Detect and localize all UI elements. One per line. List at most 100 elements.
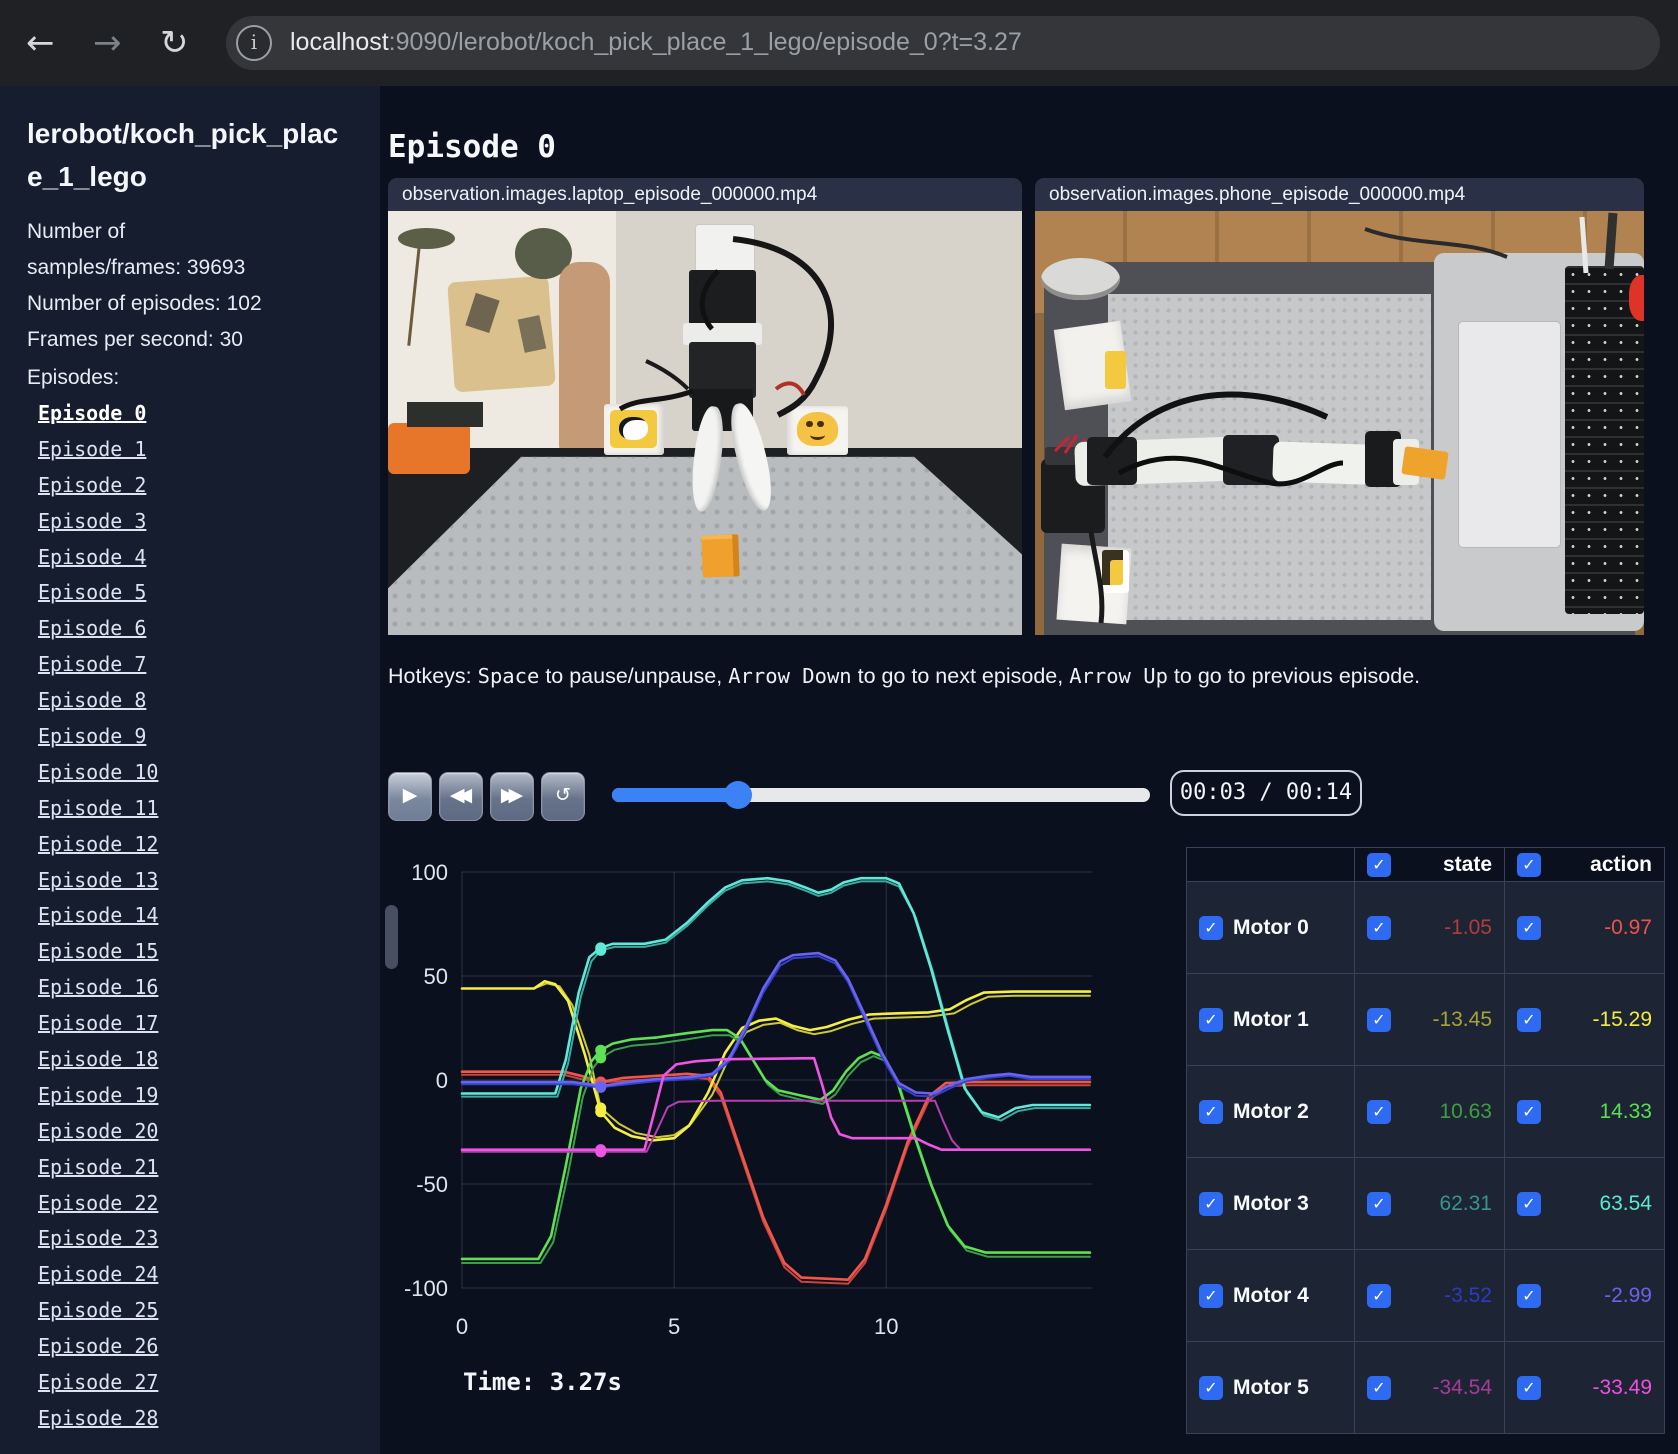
rewind-icon: ◀◀ bbox=[449, 784, 472, 806]
motor-action-value: 14.33 bbox=[1599, 1099, 1652, 1123]
sidebar-episode-link[interactable]: Episode 18 bbox=[38, 1042, 368, 1078]
sidebar-episode-link[interactable]: Episode 7 bbox=[38, 647, 368, 683]
motor-state-checkbox[interactable]: ✓ bbox=[1367, 1191, 1391, 1216]
motor-row-checkbox[interactable]: ✓ bbox=[1199, 1099, 1223, 1124]
sidebar-episode-link[interactable]: Episode 23 bbox=[38, 1221, 368, 1257]
sidebar-episode-link[interactable]: Episode 27 bbox=[38, 1365, 368, 1401]
sidebar-episode-link[interactable]: Episode 6 bbox=[38, 611, 368, 647]
x-tick-label: 0 bbox=[456, 1314, 468, 1339]
sidebar-episode-link[interactable]: Episode 8 bbox=[38, 683, 368, 719]
action-column-checkbox[interactable]: ✓ bbox=[1517, 852, 1541, 877]
sidebar-episode-link[interactable]: Episode 14 bbox=[38, 898, 368, 934]
motor-row-checkbox[interactable]: ✓ bbox=[1199, 1375, 1223, 1400]
seek-slider-fill bbox=[612, 788, 738, 802]
sidebar-episode-link[interactable]: Episode 1 bbox=[38, 432, 368, 468]
motor-action-checkbox[interactable]: ✓ bbox=[1517, 1191, 1541, 1216]
fast-forward-button[interactable]: ▶▶ bbox=[490, 772, 534, 821]
seek-slider-thumb[interactable] bbox=[723, 781, 752, 809]
sidebar-episode-link[interactable]: Episode 28 bbox=[38, 1401, 368, 1437]
chart-line-motor-0-action bbox=[460, 1070, 1092, 1282]
address-bar[interactable]: i localhost:9090/lerobot/koch_pick_place… bbox=[226, 16, 1660, 70]
motor-row-checkbox[interactable]: ✓ bbox=[1199, 1283, 1223, 1308]
sidebar-episode-link[interactable]: Episode 22 bbox=[38, 1186, 368, 1222]
current-time-dot bbox=[595, 1106, 607, 1118]
current-time-dot bbox=[595, 1052, 607, 1064]
motor-action-checkbox[interactable]: ✓ bbox=[1517, 915, 1541, 940]
sidebar-episode-link[interactable]: Episode 13 bbox=[38, 863, 368, 899]
motor-label: Motor 1 bbox=[1233, 1007, 1309, 1031]
dataset-info-line: samples/frames: 39693 bbox=[27, 256, 246, 279]
scrollbar-thumb[interactable] bbox=[385, 905, 398, 969]
sidebar-episode-link[interactable]: Episode 2 bbox=[38, 468, 368, 504]
sidebar-episode-link[interactable]: Episode 17 bbox=[38, 1006, 368, 1042]
chart-line-motor-5-state bbox=[461, 1099, 1091, 1153]
motor-state-checkbox[interactable]: ✓ bbox=[1367, 915, 1391, 940]
rewind-button[interactable]: ◀◀ bbox=[439, 772, 483, 821]
motor-state-checkbox[interactable]: ✓ bbox=[1367, 1375, 1391, 1400]
seek-slider[interactable] bbox=[612, 781, 1150, 809]
motor-row-label-cell: ✓ Motor 4 bbox=[1187, 1250, 1355, 1342]
motor-action-checkbox[interactable]: ✓ bbox=[1517, 1099, 1541, 1124]
motor-action-checkbox[interactable]: ✓ bbox=[1517, 1007, 1541, 1032]
state-column-checkbox[interactable]: ✓ bbox=[1367, 852, 1391, 877]
sidebar-episode-link[interactable]: Episode 20 bbox=[38, 1114, 368, 1150]
motor-action-checkbox[interactable]: ✓ bbox=[1517, 1375, 1541, 1400]
browser-forward-icon[interactable]: → bbox=[93, 18, 122, 68]
motor-state-checkbox[interactable]: ✓ bbox=[1367, 1099, 1391, 1124]
sidebar-episode-link[interactable]: Episode 15 bbox=[38, 934, 368, 970]
dataset-info-line: Number of episodes: 102 bbox=[27, 292, 262, 315]
motor-row-label-cell: ✓ Motor 1 bbox=[1187, 974, 1355, 1066]
sidebar-episode-link[interactable]: Episode 19 bbox=[38, 1078, 368, 1114]
motor-label: Motor 4 bbox=[1233, 1283, 1309, 1307]
video-frame-phone[interactable] bbox=[1035, 211, 1644, 635]
video-frame-laptop[interactable] bbox=[388, 211, 1022, 635]
x-tick-label: 10 bbox=[874, 1314, 898, 1339]
motor-state-value: -3.52 bbox=[1444, 1283, 1492, 1307]
sidebar-episode-link[interactable]: Episode 4 bbox=[38, 540, 368, 576]
motor-state-checkbox[interactable]: ✓ bbox=[1367, 1283, 1391, 1308]
sidebar-episode-link[interactable]: Episode 12 bbox=[38, 827, 368, 863]
time-display: 00:03 / 00:14 bbox=[1170, 770, 1362, 816]
hotkeys-text: to go to next episode, bbox=[851, 664, 1070, 688]
sidebar-episode-link[interactable]: Episode 0 bbox=[38, 396, 368, 432]
motor-action-checkbox[interactable]: ✓ bbox=[1517, 1283, 1541, 1308]
motor-state-value: 62.31 bbox=[1439, 1191, 1492, 1215]
motor-row-checkbox[interactable]: ✓ bbox=[1199, 1007, 1223, 1032]
motor-state-checkbox[interactable]: ✓ bbox=[1367, 1007, 1391, 1032]
url-path: :9090/lerobot/koch_pick_place_1_lego/epi… bbox=[388, 28, 1022, 56]
sidebar-episode-link[interactable]: Episode 5 bbox=[38, 575, 368, 611]
sidebar: lerobot/koch_pick_place_1_lego Number of… bbox=[0, 86, 380, 1454]
motor-label: Motor 3 bbox=[1233, 1191, 1309, 1215]
motor-action-cell: ✓ -15.29 bbox=[1505, 974, 1665, 1066]
sidebar-episode-link[interactable]: Episode 9 bbox=[38, 719, 368, 755]
sidebar-episode-link[interactable]: Episode 10 bbox=[38, 755, 368, 791]
browser-back-icon[interactable]: ← bbox=[26, 18, 55, 68]
sidebar-episode-link[interactable]: Episode 3 bbox=[38, 504, 368, 540]
play-button[interactable]: ▶ bbox=[388, 772, 432, 821]
loop-button[interactable]: ↺ bbox=[541, 772, 585, 821]
sidebar-episode-link[interactable]: Episode 16 bbox=[38, 970, 368, 1006]
hotkeys-text: to pause/unpause, bbox=[539, 664, 729, 688]
url-text[interactable]: localhost:9090/lerobot/koch_pick_place_1… bbox=[290, 28, 1022, 57]
y-tick-label: -50 bbox=[416, 1172, 448, 1197]
hotkeys-text: Arrow Down bbox=[728, 664, 852, 688]
fast-forward-icon: ▶▶ bbox=[500, 784, 523, 806]
motor-state-cell: ✓ -1.05 bbox=[1355, 882, 1505, 974]
motor-row-checkbox[interactable]: ✓ bbox=[1199, 1191, 1223, 1216]
chart-line-motor-4-state bbox=[461, 955, 1091, 1098]
sidebar-episode-link[interactable]: Episode 11 bbox=[38, 791, 368, 827]
motor-action-cell: ✓ 63.54 bbox=[1505, 1158, 1665, 1250]
sidebar-episode-link[interactable]: Episode 21 bbox=[38, 1150, 368, 1186]
play-icon: ▶ bbox=[402, 784, 418, 806]
y-tick-label: 50 bbox=[424, 964, 448, 989]
lego-brick bbox=[701, 534, 740, 579]
motor-action-cell: ✓ 14.33 bbox=[1505, 1066, 1665, 1158]
url-host: localhost bbox=[290, 28, 389, 56]
page-info-icon[interactable]: i bbox=[236, 25, 272, 61]
chart-line-motor-4-action bbox=[460, 951, 1092, 1095]
sidebar-episode-link[interactable]: Episode 26 bbox=[38, 1329, 368, 1365]
motor-row-checkbox[interactable]: ✓ bbox=[1199, 915, 1223, 940]
sidebar-episode-link[interactable]: Episode 24 bbox=[38, 1257, 368, 1293]
sidebar-episode-link[interactable]: Episode 25 bbox=[38, 1293, 368, 1329]
browser-reload-icon[interactable]: ↻ bbox=[160, 18, 189, 68]
